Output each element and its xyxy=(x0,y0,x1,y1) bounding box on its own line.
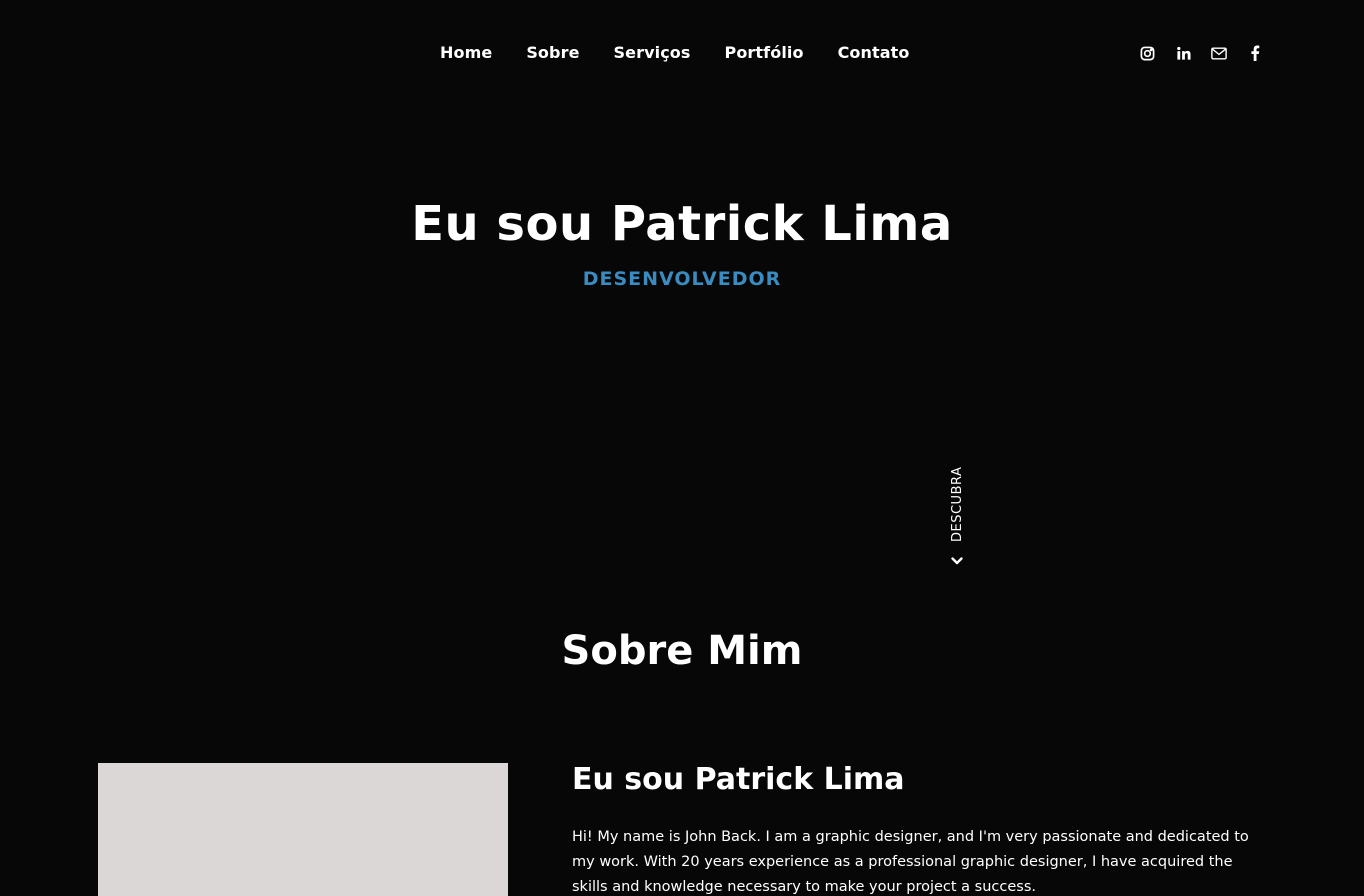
facebook-icon[interactable] xyxy=(1247,45,1263,61)
linkedin-icon[interactable] xyxy=(1175,45,1191,61)
nav-sobre[interactable]: Sobre xyxy=(526,43,579,62)
hero-title: Eu sou Patrick Lima xyxy=(411,196,953,252)
about-section-title: Sobre Mim xyxy=(561,628,803,674)
main-nav: Home Sobre Serviços Portfólio Contato xyxy=(440,43,910,62)
about-name-heading: Eu sou Patrick Lima xyxy=(572,762,905,797)
nav-servicos[interactable]: Serviços xyxy=(614,43,691,62)
hero-subtitle: DESENVOLVEDOR xyxy=(582,268,782,290)
social-links xyxy=(1139,45,1263,61)
instagram-icon[interactable] xyxy=(1139,45,1155,61)
nav-contato[interactable]: Contato xyxy=(838,43,910,62)
about-description: Hi! My name is John Back. I am a graphic… xyxy=(572,829,1249,895)
nav-portfolio[interactable]: Portfólio xyxy=(725,43,804,62)
mail-icon[interactable] xyxy=(1211,45,1227,61)
nav-home[interactable]: Home xyxy=(440,43,492,62)
discover-link[interactable]: DESCUBRA xyxy=(946,466,970,576)
chevron-down-icon xyxy=(951,557,963,565)
profile-photo xyxy=(98,763,508,896)
page: Home Sobre Serviços Portfólio Contato Eu… xyxy=(0,0,1364,896)
discover-label: DESCUBRA xyxy=(950,466,965,542)
